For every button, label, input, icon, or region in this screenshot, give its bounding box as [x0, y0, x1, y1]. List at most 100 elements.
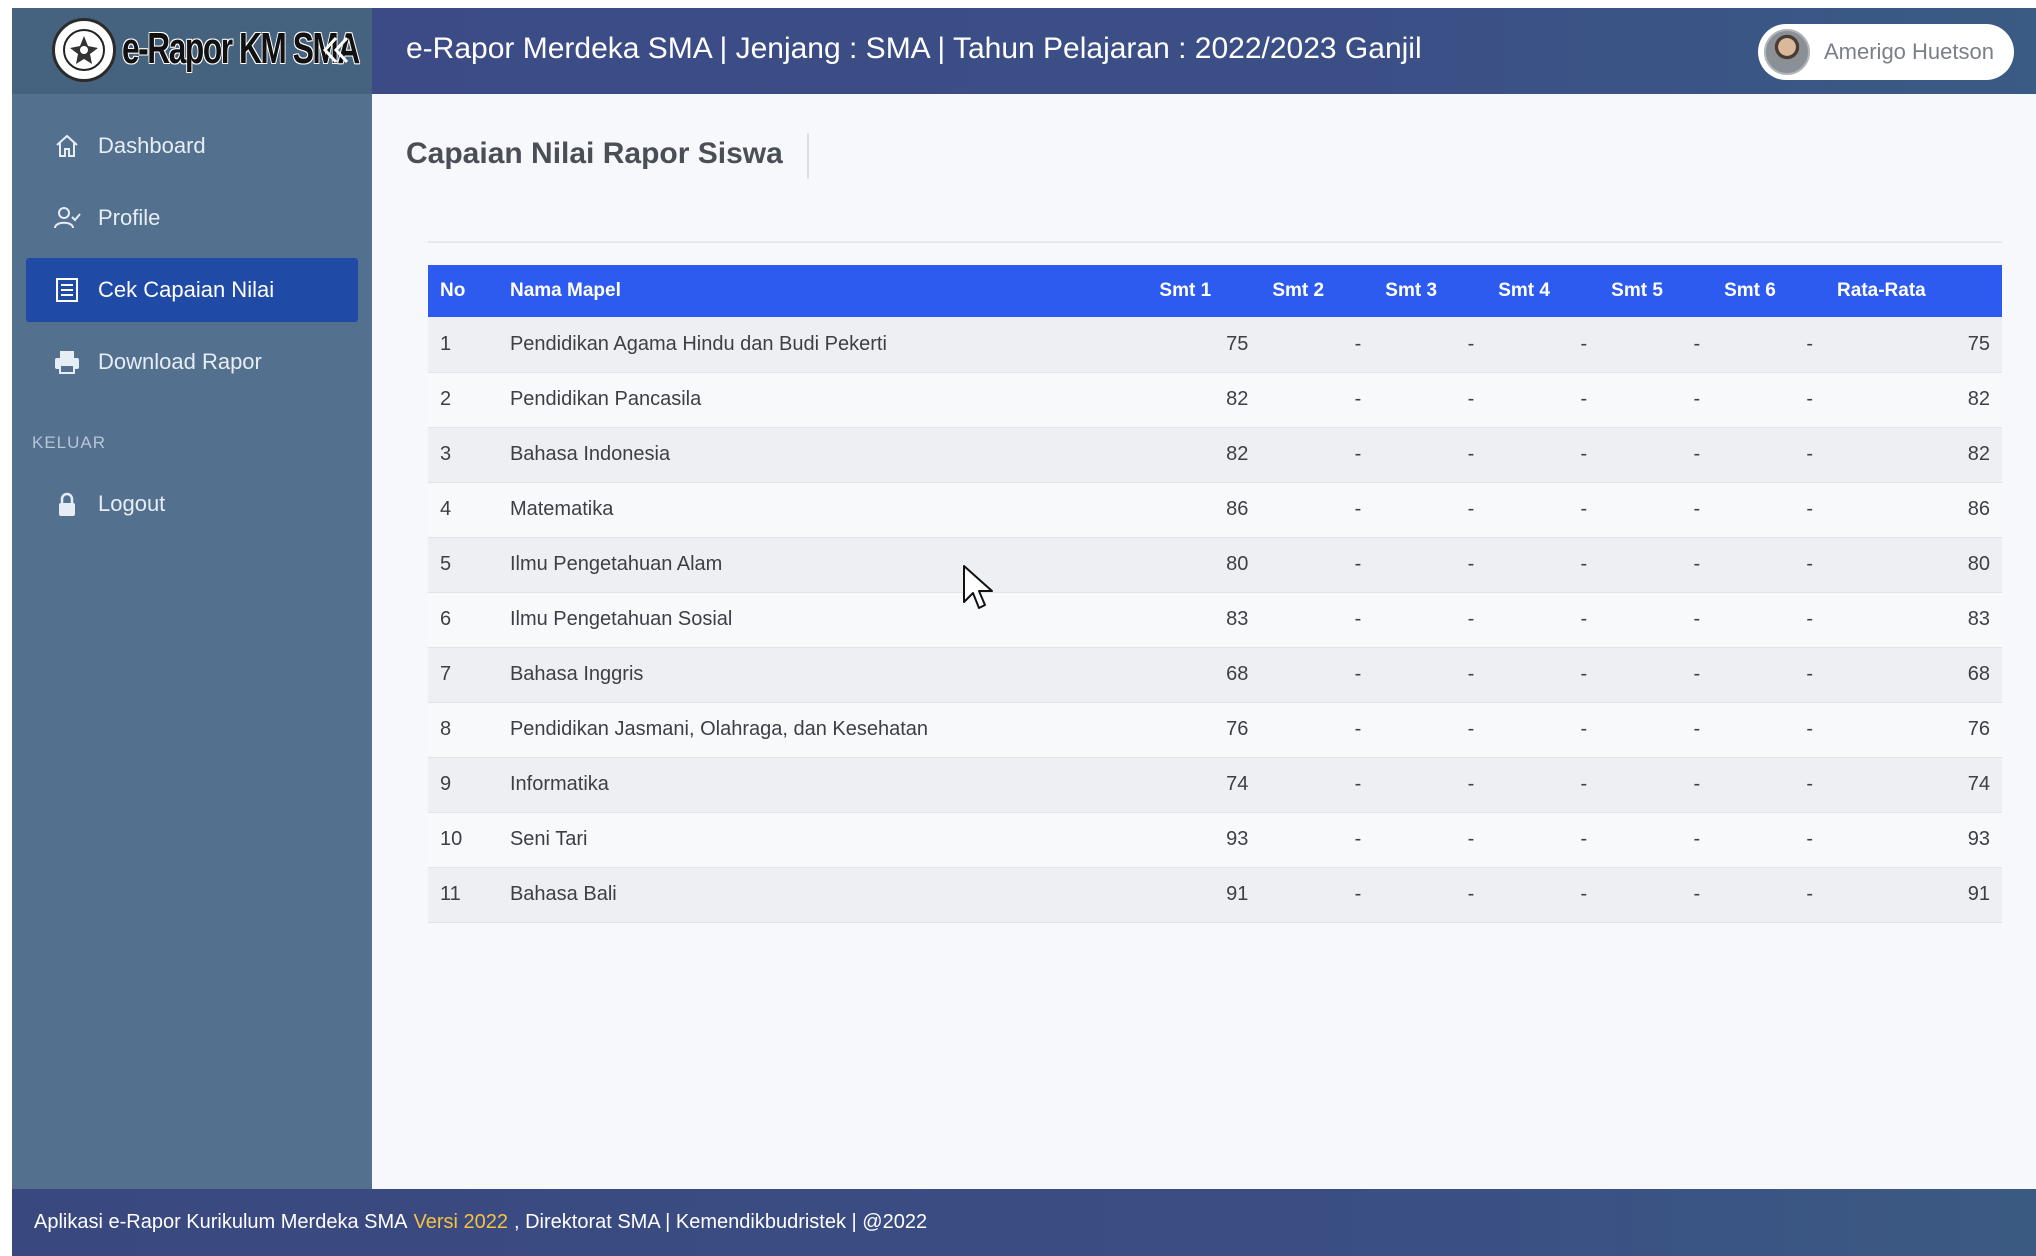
sidebar-item-label: Logout: [98, 491, 166, 516]
cell-smt-5: -: [1599, 647, 1713, 703]
cell-no: 7: [428, 647, 498, 703]
cell-smt-3: -: [1373, 537, 1487, 593]
cell-no: 3: [428, 427, 498, 483]
cell-smt-6: -: [1712, 867, 1826, 923]
sidebar-item-label: Dashboard: [98, 133, 206, 158]
cell-smt-5: -: [1599, 757, 1713, 813]
avatar: [1764, 29, 1810, 75]
table-row: 3 Bahasa Indonesia 82 - - - - - 82: [428, 427, 2002, 483]
cell-smt-4: -: [1486, 537, 1600, 593]
cell-mapel: Seni Tari: [497, 812, 1148, 868]
sidebar-section-label: KELUAR: [32, 433, 107, 452]
cell-smt-6: -: [1712, 537, 1826, 593]
cell-smt-4: -: [1486, 427, 1600, 483]
cell-smt-6: -: [1712, 427, 1826, 483]
cell-smt-3: -: [1373, 812, 1487, 868]
cell-smt-6: -: [1712, 812, 1826, 868]
cell-smt-6: -: [1712, 317, 1826, 373]
cell-smt-1: 82: [1147, 427, 1261, 483]
column-header-smt-6: Smt 6: [1724, 280, 1776, 301]
cell-mapel: Informatika: [497, 757, 1148, 813]
cell-no: 8: [428, 702, 498, 758]
cell-smt-2: -: [1260, 647, 1374, 703]
printer-icon: [52, 347, 82, 377]
cell-smt-1: 80: [1147, 537, 1261, 593]
cell-smt-2: -: [1260, 702, 1374, 758]
cell-smt-4: -: [1486, 702, 1600, 758]
cell-mapel: Pendidikan Pancasila: [497, 372, 1148, 428]
sidebar-item-logout[interactable]: Logout: [26, 472, 358, 536]
column-header-smt-5: Smt 5: [1611, 280, 1663, 301]
table-header-row: No Nama Mapel Smt 1 Smt 2 Smt 3 Smt 4 Sm…: [428, 265, 2002, 317]
sidebar-item-label: Profile: [98, 205, 161, 230]
page-title: Capaian Nilai Rapor Siswa: [406, 134, 809, 178]
cell-smt-1: 74: [1147, 757, 1261, 813]
sidebar-item-label: Download Rapor: [98, 349, 262, 374]
cell-mapel: Pendidikan Jasmani, Olahraga, dan Keseha…: [497, 702, 1148, 758]
cell-smt-5: -: [1599, 812, 1713, 868]
cell-mapel: Pendidikan Agama Hindu dan Budi Pekerti: [497, 317, 1148, 373]
mouse-pointer-icon: [963, 565, 993, 609]
cell-smt-2: -: [1260, 757, 1374, 813]
sidebar-item-profile[interactable]: Profile: [26, 186, 358, 250]
column-header-smt-1: Smt 1: [1159, 280, 1212, 301]
cell-no: 10: [428, 812, 498, 868]
cell-rata-rata: 82: [1825, 372, 2002, 428]
cell-smt-5: -: [1599, 482, 1713, 538]
cell-smt-2: -: [1260, 537, 1374, 593]
table-row: 8 Pendidikan Jasmani, Olahraga, dan Kese…: [428, 702, 2002, 758]
cell-no: 1: [428, 317, 498, 373]
cell-rata-rata: 68: [1825, 647, 2002, 703]
sidebar-item-dashboard[interactable]: Dashboard: [26, 114, 358, 178]
cell-smt-5: -: [1599, 537, 1713, 593]
column-header-no: No: [440, 280, 466, 301]
cell-smt-1: 76: [1147, 702, 1261, 758]
sidebar-item-download-rapor[interactable]: Download Rapor: [26, 330, 358, 394]
cell-smt-6: -: [1712, 702, 1826, 758]
table-row: 9 Informatika 74 - - - - - 74: [428, 757, 2002, 813]
cell-smt-2: -: [1260, 592, 1374, 648]
cell-rata-rata: 93: [1825, 812, 2002, 868]
cell-rata-rata: 82: [1825, 427, 2002, 483]
sidebar-item-label: Cek Capaian Nilai: [98, 277, 275, 302]
column-header-rata-rata: Rata-Rata: [1837, 280, 1926, 301]
cell-smt-1: 82: [1147, 372, 1261, 428]
table-row: 4 Matematika 86 - - - - - 86: [428, 482, 2002, 538]
cell-smt-4: -: [1486, 757, 1600, 813]
cell-mapel: Ilmu Pengetahuan Sosial: [497, 592, 1148, 648]
table-row: 11 Bahasa Bali 91 - - - - - 91: [428, 867, 2002, 923]
cell-smt-2: -: [1260, 427, 1374, 483]
user-name: Amerigo Huetson: [1824, 39, 1994, 64]
user-check-icon: [52, 203, 82, 233]
sidebar-nav: Dashboard Profile Cek Capaian Nilai Down…: [26, 114, 358, 402]
table-row: 6 Ilmu Pengetahuan Sosial 83 - - - - - 8…: [428, 592, 2002, 648]
cell-smt-5: -: [1599, 592, 1713, 648]
cell-rata-rata: 91: [1825, 867, 2002, 923]
cell-smt-3: -: [1373, 757, 1487, 813]
cell-mapel: Matematika: [497, 482, 1148, 538]
cell-smt-4: -: [1486, 812, 1600, 868]
cell-no: 11: [428, 867, 498, 923]
cell-smt-1: 91: [1147, 867, 1261, 923]
user-menu[interactable]: Amerigo Huetson: [1758, 24, 2014, 80]
lock-icon: [52, 489, 82, 519]
cell-no: 2: [428, 372, 498, 428]
cell-smt-4: -: [1486, 647, 1600, 703]
brand: e-Rapor KM SMA: [12, 8, 372, 94]
cell-smt-5: -: [1599, 317, 1713, 373]
column-header-smt-4: Smt 4: [1498, 280, 1550, 301]
cell-rata-rata: 75: [1825, 317, 2002, 373]
cell-mapel: Ilmu Pengetahuan Alam: [497, 537, 1148, 593]
sidebar-item-cek-capaian-nilai[interactable]: Cek Capaian Nilai: [26, 258, 358, 322]
cell-smt-3: -: [1373, 647, 1487, 703]
cell-smt-6: -: [1712, 647, 1826, 703]
table-row: 10 Seni Tari 93 - - - - - 93: [428, 812, 2002, 868]
app-frame: e-Rapor KM SMA Dashboard Profile Cek Cap…: [12, 8, 2036, 1256]
cell-smt-4: -: [1486, 482, 1600, 538]
header-title: e-Rapor Merdeka SMA | Jenjang : SMA | Ta…: [406, 32, 1422, 65]
cell-smt-5: -: [1599, 867, 1713, 923]
cell-smt-4: -: [1486, 867, 1600, 923]
cell-smt-1: 86: [1147, 482, 1261, 538]
double-chevron-left-icon[interactable]: [316, 30, 356, 70]
list-document-icon: [52, 275, 82, 305]
